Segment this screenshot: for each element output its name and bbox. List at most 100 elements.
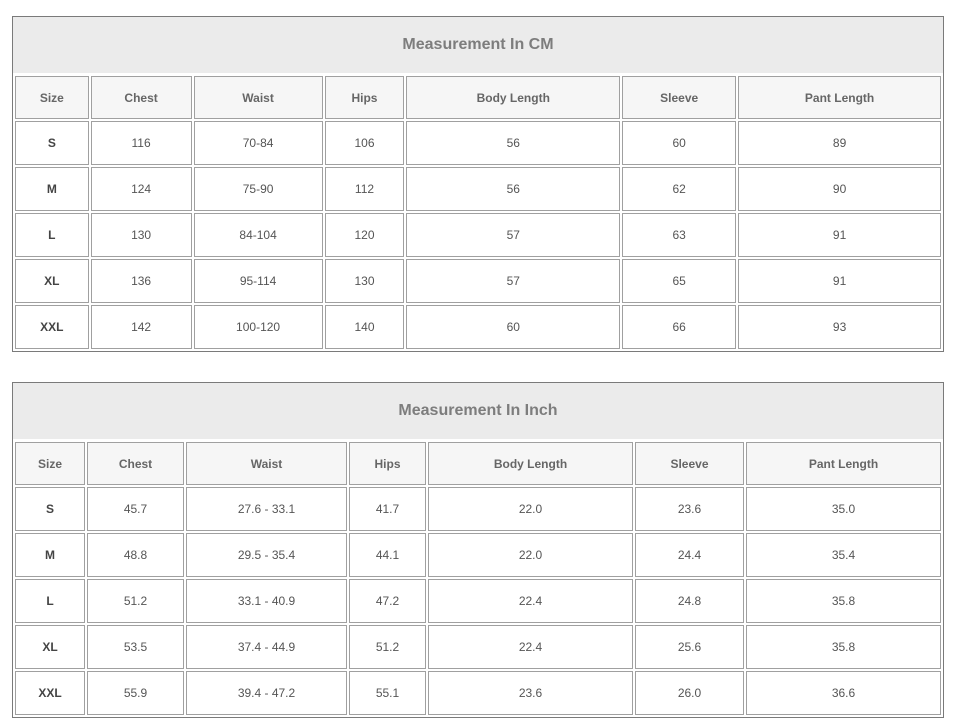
header-chest: Chest xyxy=(87,442,184,485)
table-row: M 124 75-90 112 56 62 90 xyxy=(15,167,941,211)
sleeve-cell: 23.6 xyxy=(635,487,744,531)
header-chest: Chest xyxy=(90,76,192,119)
table-row: XL 136 95-114 130 57 65 91 xyxy=(15,259,941,303)
body-length-cell: 22.0 xyxy=(428,533,633,577)
header-size: Size xyxy=(15,76,89,119)
header-sleeve: Sleeve xyxy=(635,442,744,485)
size-cell: S xyxy=(15,487,85,531)
hips-cell: 140 xyxy=(324,305,405,349)
hips-cell: 44.1 xyxy=(349,533,426,577)
waist-cell: 29.5 - 35.4 xyxy=(186,533,347,577)
table-row: S 116 70-84 106 56 60 89 xyxy=(15,121,941,165)
pant-length-cell: 35.8 xyxy=(746,579,941,623)
body-length-cell: 56 xyxy=(406,121,621,165)
waist-cell: 100-120 xyxy=(193,305,323,349)
pant-length-cell: 90 xyxy=(738,167,941,211)
header-pant-length: Pant Length xyxy=(738,76,941,119)
sleeve-cell: 63 xyxy=(622,213,737,257)
sleeve-cell: 26.0 xyxy=(635,671,744,715)
pant-length-cell: 91 xyxy=(738,259,941,303)
table-row: S 45.7 27.6 - 33.1 41.7 22.0 23.6 35.0 xyxy=(15,487,941,531)
size-cell: XL xyxy=(15,625,85,669)
chest-cell: 130 xyxy=(90,213,192,257)
body-length-cell: 22.4 xyxy=(428,579,633,623)
body-length-cell: 23.6 xyxy=(428,671,633,715)
pant-length-cell: 36.6 xyxy=(746,671,941,715)
header-row: Size Chest Waist Hips Body Length Sleeve… xyxy=(15,442,941,485)
body-length-cell: 22.4 xyxy=(428,625,633,669)
table-row: XXL 142 100-120 140 60 66 93 xyxy=(15,305,941,349)
table-title: Measurement In Inch xyxy=(13,383,943,440)
chest-cell: 116 xyxy=(90,121,192,165)
sleeve-cell: 25.6 xyxy=(635,625,744,669)
pant-length-cell: 91 xyxy=(738,213,941,257)
size-grid: Size Chest Waist Hips Body Length Sleeve… xyxy=(13,440,943,717)
chest-cell: 124 xyxy=(90,167,192,211)
waist-cell: 70-84 xyxy=(193,121,323,165)
chest-cell: 45.7 xyxy=(87,487,184,531)
waist-cell: 27.6 - 33.1 xyxy=(186,487,347,531)
cm-size-table: Measurement In CM Size Chest Waist Hips … xyxy=(12,16,944,352)
body-length-cell: 60 xyxy=(406,305,621,349)
chest-cell: 51.2 xyxy=(87,579,184,623)
header-size: Size xyxy=(15,442,85,485)
table-row: M 48.8 29.5 - 35.4 44.1 22.0 24.4 35.4 xyxy=(15,533,941,577)
pant-length-cell: 89 xyxy=(738,121,941,165)
body-length-cell: 22.0 xyxy=(428,487,633,531)
hips-cell: 112 xyxy=(324,167,405,211)
sleeve-cell: 24.4 xyxy=(635,533,744,577)
size-cell: XXL xyxy=(15,305,89,349)
pant-length-cell: 93 xyxy=(738,305,941,349)
size-cell: M xyxy=(15,533,85,577)
waist-cell: 37.4 - 44.9 xyxy=(186,625,347,669)
header-waist: Waist xyxy=(193,76,323,119)
hips-cell: 106 xyxy=(324,121,405,165)
sleeve-cell: 62 xyxy=(622,167,737,211)
header-waist: Waist xyxy=(186,442,347,485)
hips-cell: 51.2 xyxy=(349,625,426,669)
sleeve-cell: 66 xyxy=(622,305,737,349)
header-hips: Hips xyxy=(324,76,405,119)
hips-cell: 130 xyxy=(324,259,405,303)
header-pant-length: Pant Length xyxy=(746,442,941,485)
sleeve-cell: 60 xyxy=(622,121,737,165)
size-cell: XXL xyxy=(15,671,85,715)
size-cell: XL xyxy=(15,259,89,303)
pant-length-cell: 35.0 xyxy=(746,487,941,531)
body-length-cell: 56 xyxy=(406,167,621,211)
chest-cell: 142 xyxy=(90,305,192,349)
body-length-cell: 57 xyxy=(406,259,621,303)
hips-cell: 120 xyxy=(324,213,405,257)
size-cell: S xyxy=(15,121,89,165)
body-length-cell: 57 xyxy=(406,213,621,257)
waist-cell: 95-114 xyxy=(193,259,323,303)
header-sleeve: Sleeve xyxy=(622,76,737,119)
size-cell: L xyxy=(15,213,89,257)
sleeve-cell: 65 xyxy=(622,259,737,303)
chest-cell: 53.5 xyxy=(87,625,184,669)
table-row: XL 53.5 37.4 - 44.9 51.2 22.4 25.6 35.8 xyxy=(15,625,941,669)
inch-size-table: Measurement In Inch Size Chest Waist Hip… xyxy=(12,382,944,718)
table-row: L 51.2 33.1 - 40.9 47.2 22.4 24.8 35.8 xyxy=(15,579,941,623)
size-cell: L xyxy=(15,579,85,623)
hips-cell: 55.1 xyxy=(349,671,426,715)
size-grid: Size Chest Waist Hips Body Length Sleeve… xyxy=(13,74,943,351)
header-body-length: Body Length xyxy=(406,76,621,119)
table-title: Measurement In CM xyxy=(13,17,943,74)
header-body-length: Body Length xyxy=(428,442,633,485)
size-cell: M xyxy=(15,167,89,211)
header-row: Size Chest Waist Hips Body Length Sleeve… xyxy=(15,76,941,119)
table-row: XXL 55.9 39.4 - 47.2 55.1 23.6 26.0 36.6 xyxy=(15,671,941,715)
hips-cell: 47.2 xyxy=(349,579,426,623)
hips-cell: 41.7 xyxy=(349,487,426,531)
chest-cell: 48.8 xyxy=(87,533,184,577)
waist-cell: 33.1 - 40.9 xyxy=(186,579,347,623)
waist-cell: 39.4 - 47.2 xyxy=(186,671,347,715)
header-hips: Hips xyxy=(349,442,426,485)
chest-cell: 55.9 xyxy=(87,671,184,715)
pant-length-cell: 35.4 xyxy=(746,533,941,577)
chest-cell: 136 xyxy=(90,259,192,303)
waist-cell: 84-104 xyxy=(193,213,323,257)
waist-cell: 75-90 xyxy=(193,167,323,211)
sleeve-cell: 24.8 xyxy=(635,579,744,623)
